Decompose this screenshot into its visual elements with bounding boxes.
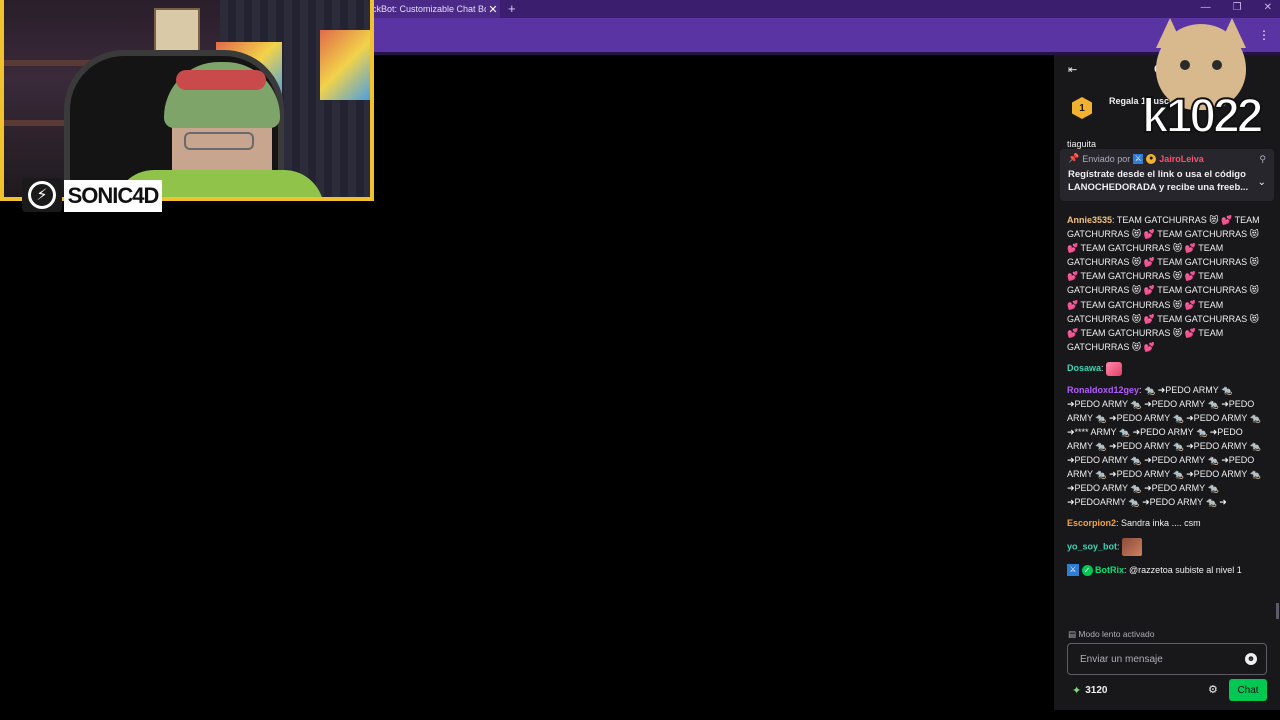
pinned-message[interactable]: 📌 Enviado por ⚔ ● JairoLeiva Regístrate … [1060, 149, 1274, 201]
pinned-header: 📌 Enviado por ⚔ ● JairoLeiva [1068, 153, 1266, 164]
hat-goggles [176, 70, 266, 90]
moderator-badge-icon: ⚔ [1067, 564, 1079, 577]
pin-icon: 📌 [1068, 153, 1080, 163]
chat-username[interactable]: Ronaldoxd12gey [1067, 385, 1139, 395]
pinned-sent-by: Enviado por [1082, 153, 1131, 164]
collapse-chat-icon[interactable]: ⇤ [1068, 63, 1080, 76]
glasses [184, 132, 254, 150]
chat-messages: Annie3535: TEAM GATCHURRAS 😻 💕 TEAM GATC… [1067, 213, 1267, 584]
chat-settings-icon[interactable]: ⚙ [1208, 683, 1218, 696]
slow-mode-text: Modo lento activado [1078, 629, 1155, 639]
channel-points[interactable]: ✦ 3120 [1072, 684, 1107, 697]
chat-username[interactable]: Dosawa [1067, 363, 1101, 373]
chat-message: Ronaldoxd12gey: 🐀 ➜PEDO ARMY 🐀 ➜PEDO ARM… [1067, 384, 1261, 508]
chat-message: yo_soy_bot: [1067, 537, 1267, 556]
channel-points-value: 3120 [1085, 685, 1108, 696]
cat-caption: k1022 [1141, 90, 1265, 143]
channel-logo: ⚡ [22, 178, 62, 212]
chat-message-text: Sandra inka .... csm [1121, 518, 1201, 529]
poster [320, 30, 370, 100]
emoji-picker-icon[interactable]: ☻ [1245, 653, 1257, 665]
sub-badge-icon: 1 [1072, 97, 1092, 119]
chat-username[interactable]: Escorpion2 [1067, 518, 1116, 528]
restore-icon[interactable]: ❐ [1233, 2, 1242, 13]
chat-message-text: TEAM GATCHURRAS 😻 💕 TEAM GATCHURRAS 😻 💕 … [1067, 215, 1260, 352]
webcam-feed [0, 0, 374, 201]
slow-mode-notice: ▤ Modo lento activado [1068, 629, 1154, 640]
cat-eye [1180, 60, 1190, 70]
chat-message-text: 🐀 ➜PEDO ARMY 🐀 ➜PEDO ARMY 🐀 ➜PEDO ARMY 🐀… [1067, 384, 1261, 508]
chat-scrollbar[interactable] [1276, 603, 1279, 619]
subscriber-badge-icon: ● [1146, 153, 1157, 164]
minimize-icon[interactable]: — [1201, 2, 1211, 13]
pinned-username[interactable]: JairoLeiva [1159, 154, 1204, 164]
streamer-name: SONIC4D [64, 180, 162, 212]
chat-message: Dosawa: [1067, 361, 1267, 376]
unpin-icon[interactable]: ⚲ [1259, 154, 1266, 165]
hand-emote-icon [1106, 361, 1123, 376]
chat-message: ⚔ ✓ BotRix: @razzetoa subiste al nivel 1 [1067, 563, 1267, 577]
window-controls: — ❐ ✕ [1201, 2, 1272, 13]
new-tab-icon[interactable]: + [508, 1, 516, 16]
channel-points-icon: ✦ [1072, 685, 1082, 697]
cat-eye [1212, 60, 1222, 70]
cat-overlay: k1022 [1140, 18, 1280, 146]
chat-username[interactable]: Annie3535 [1067, 215, 1112, 225]
moderator-badge-icon: ⚔ [1133, 153, 1144, 164]
tab-title: ckBot: Customizable Chat Bot [372, 4, 486, 14]
chat-username[interactable]: BotRix [1095, 565, 1124, 575]
tab-close-icon[interactable]: ✕ [486, 3, 500, 16]
chat-message-input[interactable] [1067, 643, 1267, 675]
browser-tab[interactable]: ckBot: Customizable Chat Bot ✕ [366, 0, 500, 18]
chat-panel: ⇤ Ch 1 Regala 1 suscri tiaguita 📌 Enviad… [1054, 55, 1280, 710]
send-chat-button[interactable]: Chat [1229, 679, 1267, 701]
lightning-icon: ⚡ [28, 181, 56, 209]
chat-username[interactable]: yo_soy_bot [1067, 541, 1117, 551]
face-emote-icon [1122, 537, 1143, 556]
close-window-icon[interactable]: ✕ [1264, 2, 1272, 13]
chat-message: Annie3535: TEAM GATCHURRAS 😻 💕 TEAM GATC… [1067, 215, 1260, 352]
expand-pinned-icon[interactable]: ⌄ [1258, 177, 1266, 188]
slow-mode-icon: ▤ [1068, 629, 1079, 639]
pinned-message-text: Regístrate desde el link o usa el código… [1068, 169, 1249, 193]
gift-sub-user: tiaguita [1067, 139, 1097, 149]
chat-message: Escorpion2: Sandra inka .... csm [1067, 518, 1201, 529]
chat-message-text: @razzetoa subiste al nivel 1 [1129, 564, 1242, 575]
verified-bot-icon: ✓ [1081, 564, 1093, 576]
